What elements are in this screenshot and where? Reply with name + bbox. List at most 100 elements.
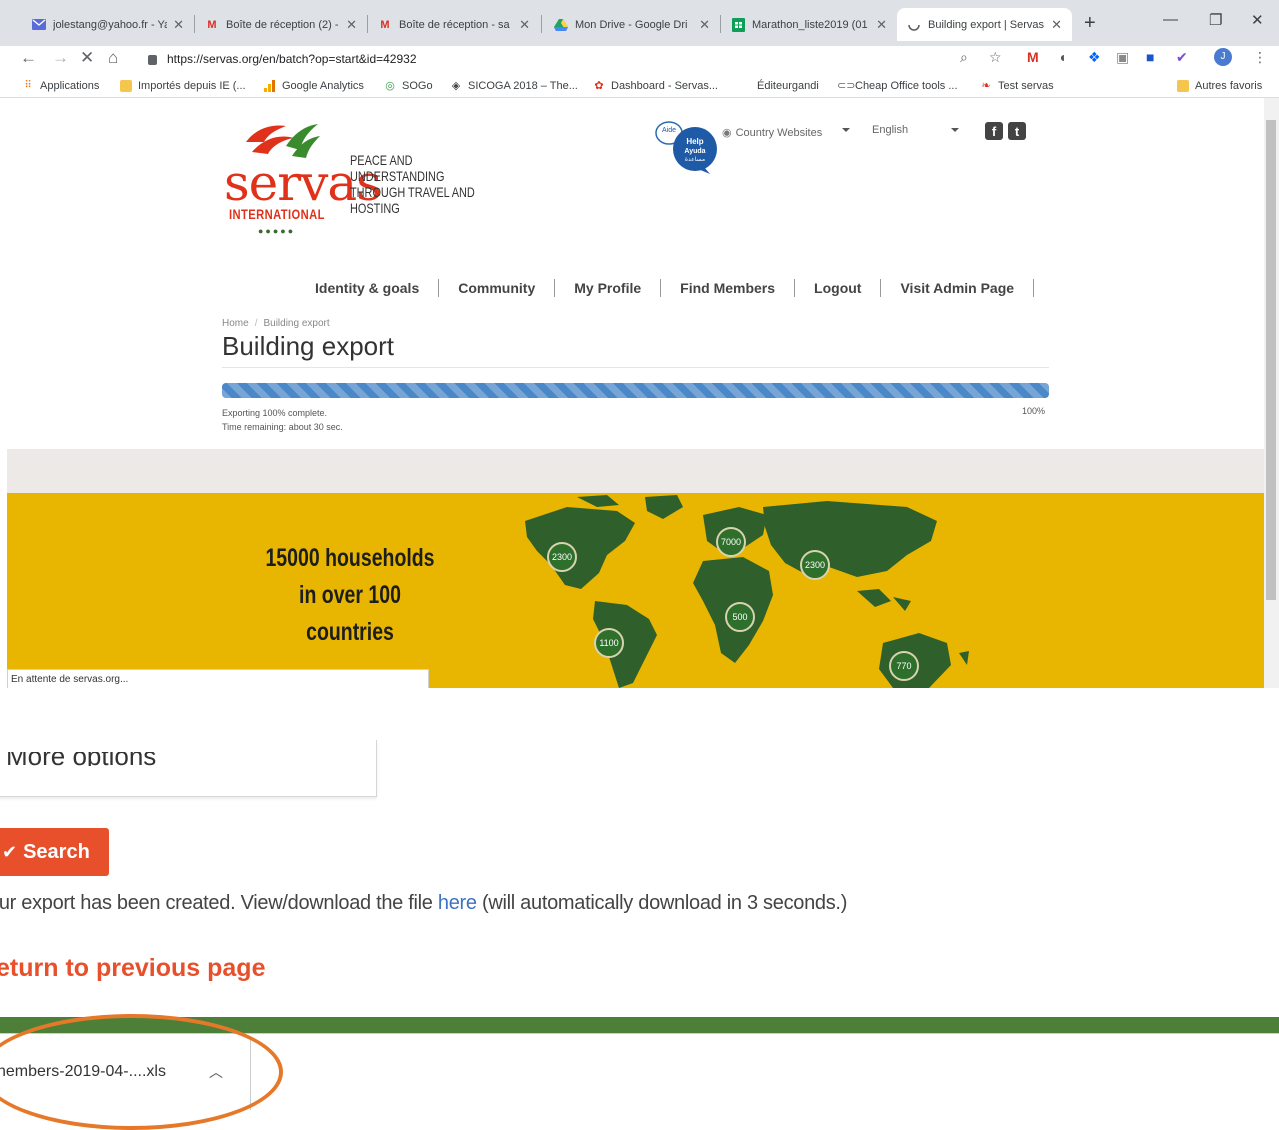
svg-text:مساعدة: مساعدة [685,156,705,163]
progress-percent: 100% [1022,406,1046,416]
nav-separator [1033,279,1035,297]
zoom-icon[interactable]: ⌕ [960,49,968,66]
sicoga-icon: ◈ [451,80,461,92]
bookmark-applications[interactable]: ⠿ Applications [22,80,99,92]
sogo-icon: ◎ [385,80,395,92]
lock-icon [148,55,157,65]
bookmark-google-analytics[interactable]: Google Analytics [264,80,364,92]
pdf-icon[interactable]: ▣ [1116,49,1129,66]
google-sheets-icon [731,17,745,32]
twitter-icon[interactable]: t [1008,122,1026,140]
bookmark-star-icon[interactable]: ☆ [989,49,1002,66]
servas-logo-international: INTERNATIONAL [229,206,325,222]
folder-icon [120,80,132,92]
map-badge-europe: 7000 [716,527,746,557]
map-headline: 15000 households in over 100 countries [265,544,435,646]
new-tab-button[interactable]: + [1084,12,1096,35]
help-bubble-icon[interactable]: Aide Help Ayuda مساعدة [654,119,718,175]
country-websites-dropdown[interactable]: ◉ Country Websites [722,126,822,140]
map-badge-north-america: 2300 [547,542,577,572]
window-close-icon[interactable]: ✕ [1251,11,1264,29]
servas-icon: ✿ [594,80,604,92]
bookmark-other-favorites[interactable]: Autres favoris [1177,80,1262,92]
svg-text:Ayuda: Ayuda [684,148,705,155]
nav-my-profile[interactable]: My Profile [555,280,660,296]
title-divider [222,367,1049,368]
map-badge-africa: 500 [725,602,755,632]
bookmark-dashboard-servas[interactable]: ✿ Dashboard - Servas... [593,80,718,92]
bookmark-editeurgandi[interactable]: Éditeurgandi [757,80,819,92]
close-icon[interactable]: ✕ [699,17,710,33]
nav-find-members[interactable]: Find Members [661,280,794,296]
site-tagline: PEACE AND UNDERSTANDING THROUGH TRAVEL A… [350,152,475,216]
profile-avatar[interactable]: J [1214,48,1232,66]
breadcrumb-home[interactable]: Home [222,318,249,329]
grey-band [7,449,1264,493]
export-created-message: our export has been created. View/downlo… [0,892,848,914]
extension-square-icon[interactable]: ■ [1146,49,1154,65]
scrollbar-thumb[interactable] [1266,120,1276,600]
bookmark-cheap-office-tools[interactable]: ⊂⊃ Cheap Office tools ... [837,80,958,92]
bird-icon: ❧ [981,80,991,92]
gmail-icon: M [380,18,390,31]
return-previous-page-link[interactable]: eturn to previous page [0,954,265,983]
link-icon: ⊂⊃ [837,80,856,92]
browser-status-bar: En attente de servas.org... [7,669,429,688]
breadcrumb-current: Building export [263,318,330,329]
bookmark-sogo[interactable]: ◎ SOGo [384,80,432,92]
google-drive-icon [554,18,568,32]
menu-icon[interactable]: ⋮ [1253,49,1267,66]
facebook-icon[interactable]: f [985,122,1003,140]
mail-icon [32,18,46,32]
globe-icon: ◉ [722,127,732,139]
bookmark-test-servas[interactable]: ❧ Test servas [980,80,1053,92]
stop-icon[interactable]: ✕ [80,48,94,68]
tab-google-sheets[interactable]: Marathon_liste2019 (01 ✕ [721,8,897,41]
nav-community[interactable]: Community [439,280,554,296]
tab-building-export[interactable]: Building export | Servas ✕ [897,8,1072,41]
map-badge-asia: 2300 [800,550,830,580]
map-badge-south-america: 1100 [594,628,624,658]
bookmark-folder-ie[interactable]: Importés depuis IE (... [120,80,246,92]
checkmark-extension-icon[interactable]: ✔ [1176,49,1188,66]
bookmark-sicoga[interactable]: ◈ SICOGA 2018 – The... [450,80,578,92]
svg-text:Help: Help [686,137,703,146]
map-badge-oceania: 770 [889,651,919,681]
logo-dots: ●●●●● [258,226,296,236]
loading-icon [907,18,921,32]
close-icon[interactable]: ✕ [346,17,357,33]
tab-gmail-1[interactable]: M Boîte de réception (2) - ✕ [195,8,367,41]
nav-visit-admin[interactable]: Visit Admin Page [881,280,1033,296]
restore-icon[interactable]: ❐ [1209,11,1222,29]
minimize-icon[interactable]: — [1163,11,1178,28]
tab-gmail-2[interactable]: M Boîte de réception - sa ✕ [368,8,540,41]
chevron-down-icon [951,128,959,132]
progress-fill [222,383,1049,398]
language-selector[interactable]: English [872,124,908,136]
more-options-toggle[interactable]: More options [6,752,156,766]
main-navigation: Identity & goals Community My Profile Fi… [296,278,1035,298]
nav-identity-goals[interactable]: Identity & goals [296,280,438,296]
close-icon[interactable]: ✕ [173,17,184,33]
tab-yahoo-mail[interactable]: jolestang@yahoo.fr - Ya ✕ [22,8,194,41]
home-icon[interactable]: ⌂ [108,48,118,68]
gmail-checker-icon[interactable]: M [1027,49,1039,65]
search-button[interactable]: ✔ Search [0,828,109,876]
back-icon[interactable]: ← [20,48,37,68]
breadcrumb: Home / Building export [222,318,330,329]
tab-google-drive[interactable]: Mon Drive - Google Dri ✕ [544,8,720,41]
close-icon[interactable]: ✕ [519,17,530,33]
download-here-link[interactable]: here [438,892,477,914]
progress-message: Exporting 100% complete. Time remaining:… [222,408,343,432]
tab-separator [541,15,542,33]
dropbox-icon[interactable]: ❖ [1088,49,1101,66]
extension-icon[interactable]: ◖ [1058,49,1066,65]
close-icon[interactable]: ✕ [1051,17,1062,33]
more-options-panel [0,740,377,797]
forward-icon[interactable]: → [52,48,69,68]
url-field[interactable]: https://servas.org/en/batch?op=start&id=… [148,48,417,70]
apps-grid-icon: ⠿ [24,80,32,91]
close-icon[interactable]: ✕ [876,17,887,33]
nav-logout[interactable]: Logout [795,280,880,296]
page-title: Building export [222,331,394,361]
